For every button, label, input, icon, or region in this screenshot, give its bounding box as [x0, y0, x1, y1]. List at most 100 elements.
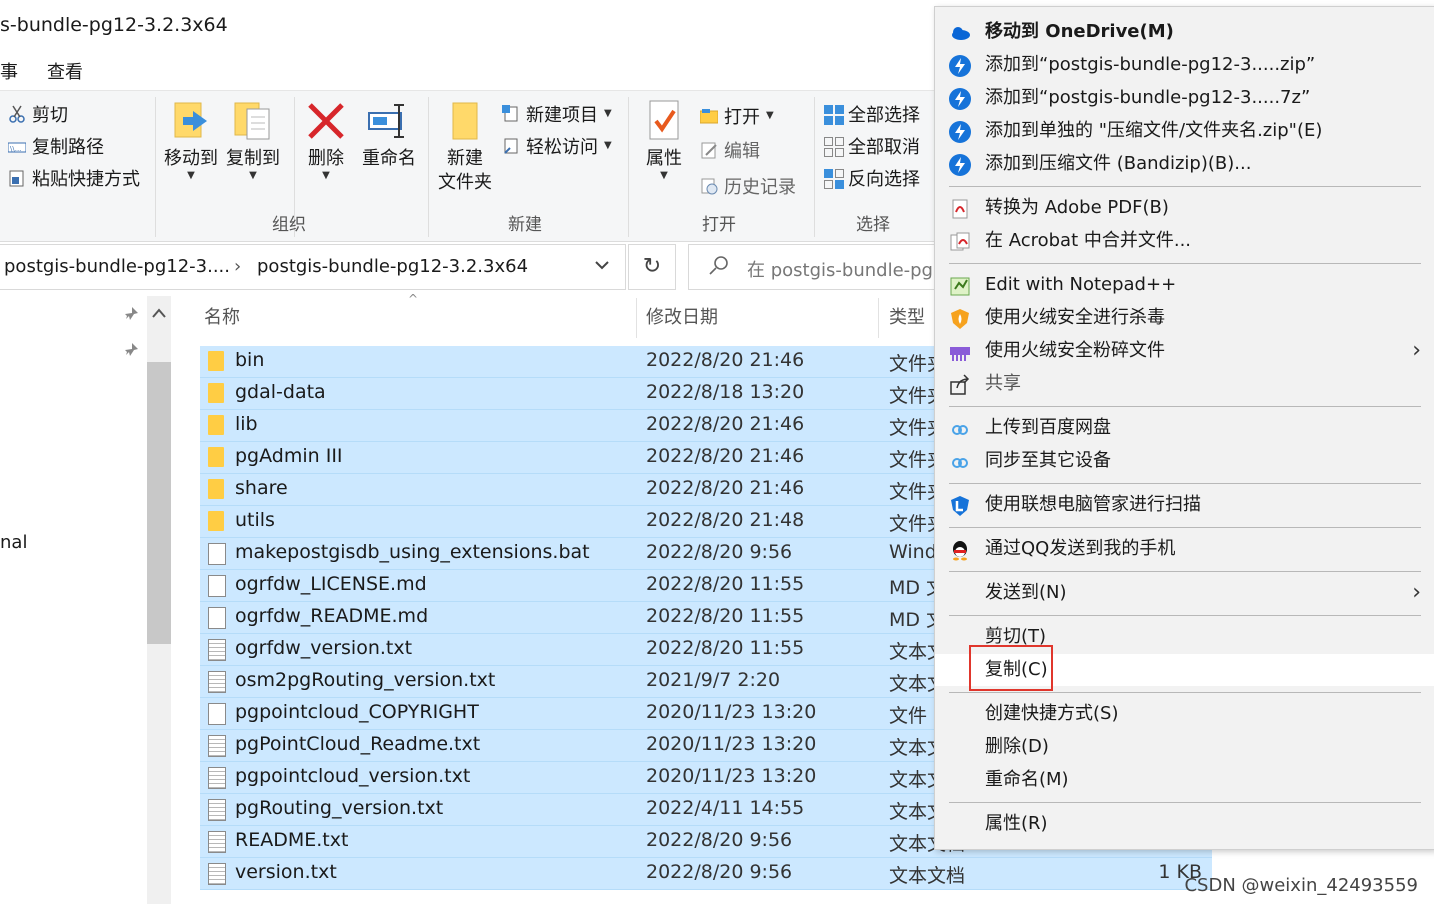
file-date: 2022/8/20 9:56 — [646, 829, 793, 851]
pin-icon[interactable] — [124, 342, 140, 362]
group-select-label: 选择 — [856, 215, 890, 235]
file-date: 2020/11/23 13:20 — [646, 701, 817, 723]
text-file-icon — [208, 831, 226, 853]
menu-item-delete[interactable]: 删除(D) — [935, 731, 1434, 763]
file-type: 文本文档 — [889, 865, 966, 887]
history-icon — [700, 177, 718, 195]
copy-path-button[interactable]: \\... 复制路径 — [7, 133, 104, 159]
menu-item-qq-send[interactable]: 通过QQ发送到我的手机 — [935, 533, 1434, 565]
edit-pencil-icon — [700, 141, 718, 159]
file-icon — [208, 703, 226, 725]
invert-selection-button[interactable]: 反向选择 — [824, 165, 920, 191]
search-box[interactable]: 在 postgis-bundle-pg — [688, 244, 950, 290]
menu-item-baidu-upload[interactable]: 上传到百度网盘 — [935, 412, 1434, 444]
history-label: 历史记录 — [724, 177, 796, 198]
column-header-date[interactable]: 修改日期 — [646, 296, 718, 340]
menu-item-convert-pdf[interactable]: 转换为 Adobe PDF(B) — [935, 192, 1434, 224]
qq-penguin-icon — [949, 539, 971, 561]
menu-item-add-archive[interactable]: 添加到压缩文件 (Bandizip)(B)... — [935, 148, 1434, 180]
file-icon — [208, 607, 226, 629]
move-to-label: 移动到 — [164, 148, 218, 169]
rename-icon — [367, 99, 411, 143]
group-new-label: 新建 — [508, 215, 542, 235]
open-button[interactable]: 打开 ▼ — [699, 103, 774, 129]
easy-access-icon — [502, 137, 520, 155]
menu-item-sync-devices[interactable]: 同步至其它设备 — [935, 445, 1434, 477]
pin-icon[interactable] — [124, 306, 140, 326]
menu-item-notepad[interactable]: Edit with Notepad++ — [935, 269, 1434, 301]
nav-scrollbar-thumb[interactable] — [147, 362, 171, 644]
properties-label: 属性 — [646, 148, 682, 169]
menu-item-rename[interactable]: 重命名(M) — [935, 764, 1434, 796]
folder-icon — [208, 511, 224, 531]
new-item-button[interactable]: 新建项目 ▼ — [502, 101, 612, 127]
file-date: 2022/8/20 21:46 — [646, 349, 805, 371]
select-none-button[interactable]: 全部取消 — [824, 133, 920, 159]
edit-button[interactable]: 编辑 — [700, 137, 760, 163]
text-file-icon — [208, 735, 226, 757]
baidu-netdisk-icon — [949, 418, 971, 440]
paste-shortcut-button[interactable]: 粘贴快捷方式 — [8, 165, 140, 191]
folder-icon — [208, 383, 224, 403]
rename-button[interactable]: 重命名 — [358, 99, 420, 171]
refresh-icon: ↻ — [642, 254, 662, 279]
menu-item-acrobat-merge[interactable]: 在 Acrobat 中合并文件... — [935, 225, 1434, 257]
menu-item-huorong-shred[interactable]: 使用火绒安全粉碎文件 › — [935, 335, 1434, 367]
folder-icon — [208, 447, 224, 467]
easy-access-button[interactable]: 轻松访问 ▼ — [502, 133, 612, 159]
text-file-icon — [208, 799, 226, 821]
nav-item-fragment[interactable]: nal — [0, 532, 27, 553]
file-name: README.txt — [235, 829, 349, 851]
scroll-up-icon[interactable] — [152, 304, 166, 323]
new-folder-button[interactable]: 新建 文件夹 — [434, 99, 496, 195]
breadcrumb-chevron-icon: › — [234, 256, 242, 277]
ribbon: 剪切 \\... 复制路径 粘贴快捷方式 移动到 ▼ 复制到 ▼ 删除 ▼ 重命… — [0, 90, 935, 242]
select-all-icon — [824, 105, 844, 125]
menu-item-add-zip[interactable]: 添加到“postgis-bundle-pg12-3.....zip” — [935, 49, 1434, 81]
new-folder-label-2: 文件夹 — [438, 172, 492, 193]
new-item-icon — [502, 105, 520, 123]
refresh-button[interactable]: ↻ — [628, 244, 676, 290]
delete-button[interactable]: 删除 ▼ — [300, 99, 352, 181]
address-dropdown-chevron-icon[interactable] — [594, 257, 610, 278]
menu-item-add-7z[interactable]: 添加到“postgis-bundle-pg12-3.....7z” — [935, 82, 1434, 114]
menu-item-fragment[interactable]: 事 — [0, 58, 18, 84]
column-header-name[interactable]: 名称 — [204, 296, 240, 340]
delete-label: 删除 — [308, 148, 344, 169]
breadcrumb-parent[interactable]: postgis-bundle-pg12-3.... — [4, 256, 230, 277]
cut-button[interactable]: 剪切 — [8, 101, 68, 127]
copy-path-icon: \\... — [7, 137, 27, 155]
file-date: 2022/4/11 14:55 — [646, 797, 805, 819]
select-all-button[interactable]: 全部选择 — [824, 101, 920, 127]
file-date: 2022/8/20 21:46 — [646, 413, 805, 435]
breadcrumb-current[interactable]: postgis-bundle-pg12-3.2.3x64 — [257, 256, 528, 277]
history-button[interactable]: 历史记录 — [700, 173, 796, 199]
menu-item-properties[interactable]: 属性(R) — [935, 808, 1434, 840]
menu-item-add-separate-zip[interactable]: 添加到单独的 "压缩文件/文件夹名.zip"(E) — [935, 115, 1434, 147]
file-date: 2020/11/23 13:20 — [646, 765, 817, 787]
properties-button[interactable]: 属性 ▼ — [636, 99, 692, 181]
file-name: ogrfdw_LICENSE.md — [235, 573, 427, 595]
move-to-icon — [169, 99, 213, 143]
folder-icon — [208, 479, 224, 499]
menu-view[interactable]: 查看 — [47, 58, 83, 84]
move-to-button[interactable]: 移动到 ▼ — [162, 99, 220, 181]
select-all-label: 全部选择 — [848, 105, 920, 126]
menu-item-share[interactable]: 共享 — [935, 368, 1434, 400]
file-name: osm2pgRouting_version.txt — [235, 669, 496, 691]
file-date: 2022/8/20 21:46 — [646, 477, 805, 499]
copy-to-button[interactable]: 复制到 ▼ — [224, 99, 282, 181]
new-item-label: 新建项目 — [526, 105, 598, 126]
open-label: 打开 — [724, 107, 760, 128]
table-row[interactable]: version.txt 2022/8/20 9:56 文本文档 1 KB — [200, 858, 1212, 890]
address-bar[interactable]: postgis-bundle-pg12-3.... › postgis-bund… — [0, 244, 626, 290]
menu-item-huorong-scan[interactable]: 使用火绒安全进行杀毒 — [935, 302, 1434, 334]
menu-item-send-to[interactable]: 发送到(N) › — [935, 577, 1434, 609]
menu-item-onedrive[interactable]: 移动到 OneDrive(M) — [935, 16, 1434, 48]
column-header-type[interactable]: 类型 — [889, 296, 925, 340]
file-name: pgpointcloud_version.txt — [235, 765, 471, 787]
menu-item-lenovo-scan[interactable]: 使用联想电脑管家进行扫描 — [935, 489, 1434, 521]
search-icon — [709, 255, 729, 279]
menu-item-create-shortcut[interactable]: 创建快捷方式(S) — [935, 698, 1434, 730]
context-menu: 移动到 OneDrive(M) 添加到“postgis-bundle-pg12-… — [934, 6, 1434, 850]
